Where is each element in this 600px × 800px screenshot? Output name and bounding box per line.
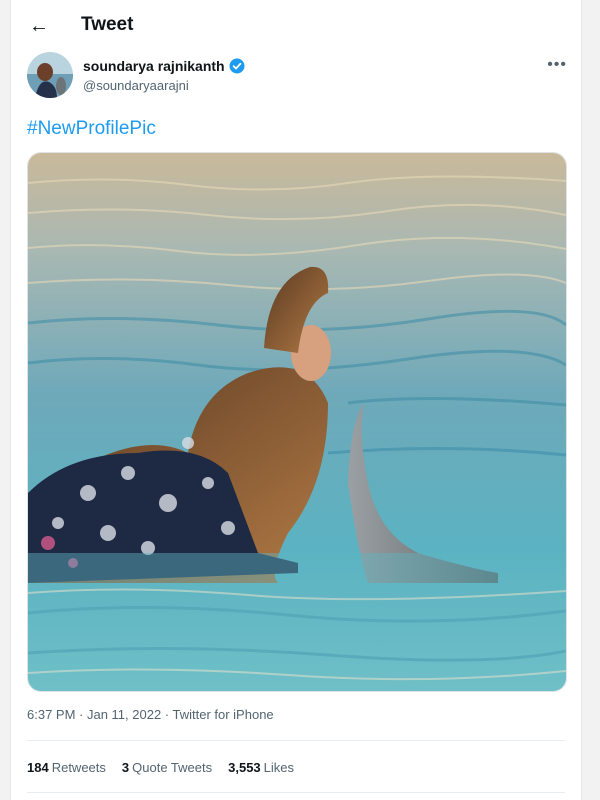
- quote-tweets-stat[interactable]: 3 Quote Tweets: [122, 760, 212, 775]
- avatar[interactable]: [27, 52, 73, 98]
- tweet-timestamp[interactable]: 6:37 PM · Jan 11, 2022 · Twitter for iPh…: [27, 707, 274, 722]
- likes-count: 3,553: [228, 759, 261, 775]
- tweet-photo[interactable]: [27, 152, 567, 692]
- retweets-count: 184: [27, 759, 49, 775]
- tweet-header: ← Tweet: [11, 0, 581, 52]
- quote-tweets-label: Quote Tweets: [132, 759, 213, 775]
- divider: [27, 740, 565, 741]
- tweet-stats: 184 Retweets 3 Quote Tweets 3,553 Likes: [27, 756, 310, 778]
- display-name[interactable]: soundarya rajnikanth: [83, 58, 245, 74]
- tweet-card: ← Tweet soundarya rajnikanth @soundaryaa…: [10, 0, 582, 800]
- tweet-hashtag-link[interactable]: #NewProfilePic: [27, 118, 156, 140]
- divider: [27, 792, 565, 793]
- retweets-label: Retweets: [51, 759, 106, 775]
- retweets-stat[interactable]: 184 Retweets: [27, 760, 106, 775]
- display-name-text: soundarya rajnikanth: [83, 58, 225, 74]
- quote-tweets-count: 3: [121, 759, 130, 775]
- verified-badge-icon: [229, 58, 245, 74]
- page-title: Tweet: [81, 14, 134, 35]
- likes-label: Likes: [263, 759, 295, 775]
- back-arrow-icon[interactable]: ←: [25, 12, 53, 40]
- more-options-icon[interactable]: •••: [547, 56, 567, 74]
- likes-stat[interactable]: 3,553 Likes: [228, 760, 294, 775]
- user-handle[interactable]: @soundaryaarajni: [83, 78, 189, 93]
